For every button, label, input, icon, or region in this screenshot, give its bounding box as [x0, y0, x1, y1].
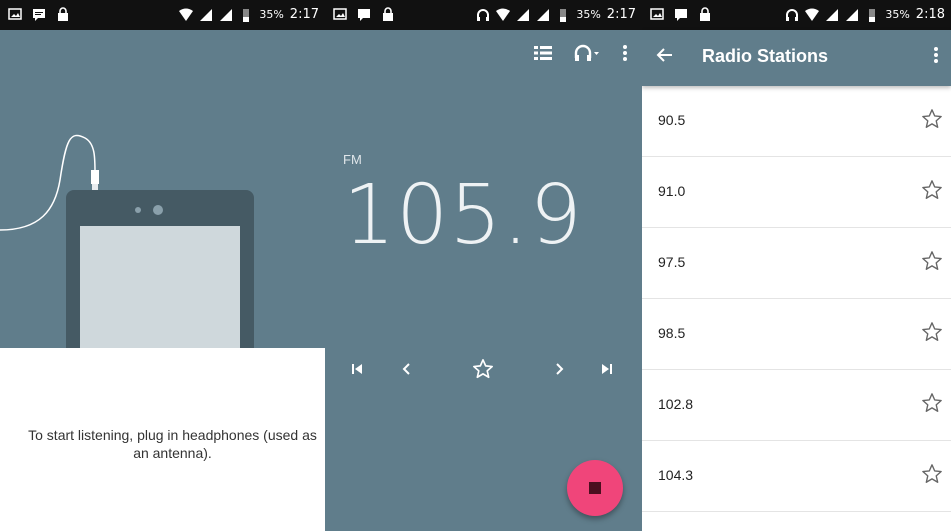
battery-icon: [560, 8, 567, 22]
playback-controls: [325, 357, 642, 381]
battery-icon: [243, 8, 250, 22]
player-toolbar: [534, 44, 628, 62]
station-frequency: 98.5: [658, 325, 686, 341]
list-item[interactable]: 97.5: [642, 228, 951, 299]
chevron-left-icon: [402, 363, 410, 375]
lock-icon: [58, 7, 68, 21]
headphones-status-icon: [477, 8, 490, 21]
status-bar: 35% 2:17: [325, 0, 642, 30]
star-outline-icon: [473, 359, 493, 379]
skip-previous-button[interactable]: [345, 357, 369, 381]
current-frequency: 105.9: [343, 168, 583, 263]
star-outline-icon[interactable]: [921, 250, 943, 272]
station-frequency: 104.3: [658, 467, 694, 483]
back-arrow-icon[interactable]: [656, 46, 674, 64]
star-outline-icon[interactable]: [921, 392, 943, 414]
wifi-icon: [179, 8, 194, 21]
stop-icon: [589, 482, 601, 494]
app-bar: Radio Stations: [642, 30, 951, 86]
headphones-required-card: To start listening, plug in headphones (…: [0, 348, 325, 531]
lock-icon: [383, 7, 393, 21]
signal-icon: [220, 8, 233, 21]
list-icon[interactable]: [534, 45, 552, 61]
battery-percent: 35%: [885, 8, 910, 21]
signal-icon: [846, 8, 859, 21]
lock-icon: [700, 7, 710, 21]
skip-next-button[interactable]: [595, 357, 619, 381]
status-bar: 35% 2:17: [0, 0, 325, 30]
fm-radio-no-headphones-screen: 35% 2:17 To start listening, plug in hea…: [0, 0, 325, 531]
favorite-button[interactable]: [471, 357, 495, 381]
headphones-status-icon: [786, 8, 799, 21]
signal-icon: [826, 8, 839, 21]
skip-previous-icon: [352, 364, 362, 374]
tune-up-button[interactable]: [547, 357, 571, 381]
battery-icon: [869, 8, 876, 22]
skip-next-icon: [602, 364, 612, 374]
message-notification-icon: [33, 9, 45, 21]
battery-percent: 35%: [576, 8, 601, 21]
signal-icon: [517, 8, 530, 21]
more-vert-icon[interactable]: [622, 44, 628, 62]
clock: 2:18: [915, 7, 945, 22]
tune-down-button[interactable]: [395, 357, 419, 381]
wifi-icon: [496, 8, 511, 21]
list-item[interactable]: 91.0: [642, 157, 951, 228]
wifi-icon: [805, 8, 820, 21]
page-title: Radio Stations: [702, 46, 829, 66]
radio-stations-screen: 35% 2:18 Radio Stations 90.5 91.0 97.5 9…: [642, 0, 951, 531]
plug-in-headphones-illustration: [0, 134, 254, 348]
station-frequency: 102.8: [658, 396, 694, 412]
band-label: FM: [343, 152, 362, 167]
image-notification-icon: [650, 8, 664, 20]
star-outline-icon[interactable]: [921, 463, 943, 485]
image-notification-icon: [8, 8, 22, 20]
list-item[interactable]: 104.3: [642, 441, 951, 512]
list-item[interactable]: 102.8: [642, 370, 951, 441]
headphones-icon[interactable]: [574, 44, 600, 62]
plug-in-headphones-message: To start listening, plug in headphones (…: [28, 427, 317, 461]
stop-button[interactable]: [567, 460, 623, 516]
station-frequency: 91.0: [658, 183, 686, 199]
status-bar: 35% 2:18: [642, 0, 951, 30]
list-item[interactable]: 98.5: [642, 299, 951, 370]
star-outline-icon[interactable]: [921, 179, 943, 201]
image-notification-icon: [333, 8, 347, 20]
signal-icon: [537, 8, 550, 21]
message-notification-icon: [358, 9, 370, 21]
message-notification-icon: [675, 9, 687, 21]
clock: 2:17: [606, 7, 636, 22]
battery-percent: 35%: [259, 8, 284, 21]
fm-radio-player-screen: 35% 2:17 FM 105.9: [325, 0, 642, 531]
station-frequency: 97.5: [658, 254, 686, 270]
clock: 2:17: [289, 7, 319, 22]
star-outline-icon[interactable]: [921, 108, 943, 130]
station-list: 90.5 91.0 97.5 98.5 102.8 104.3: [642, 86, 951, 512]
chevron-right-icon: [556, 363, 564, 375]
star-outline-icon[interactable]: [921, 321, 943, 343]
more-vert-icon[interactable]: [933, 46, 939, 64]
station-frequency: 90.5: [658, 112, 686, 128]
signal-icon: [200, 8, 213, 21]
list-item[interactable]: 90.5: [642, 86, 951, 157]
